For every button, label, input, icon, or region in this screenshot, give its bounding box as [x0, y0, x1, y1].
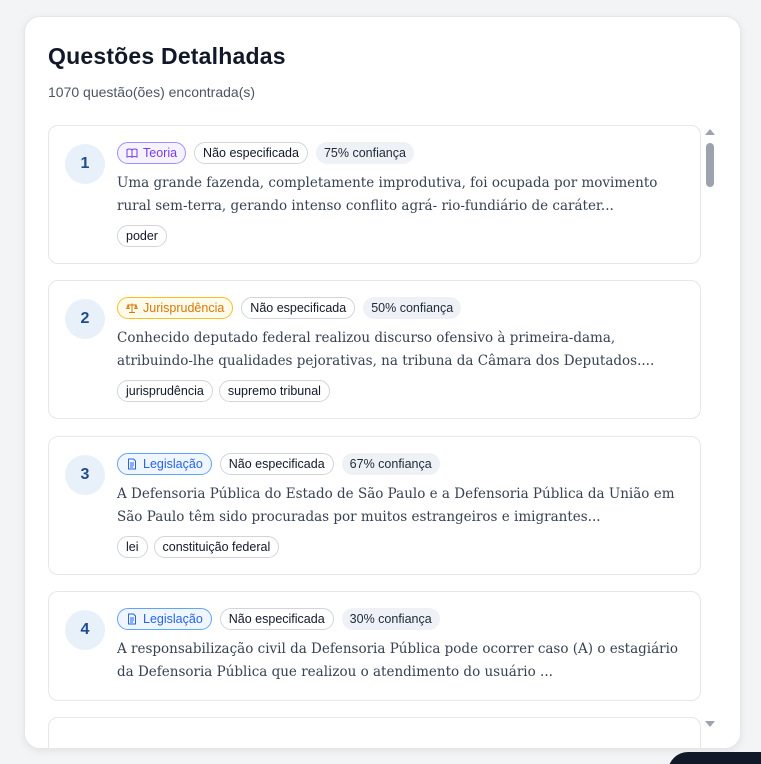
- question-number: 4: [65, 610, 105, 650]
- tag-chip[interactable]: jurisprudência: [117, 380, 213, 402]
- status-badge: Não especificada: [219, 608, 334, 630]
- tag-chip[interactable]: lei: [117, 536, 148, 558]
- tag-chip[interactable]: constituição federal: [153, 536, 280, 558]
- confidence-badge: 67% confiança: [341, 453, 440, 475]
- scrollbar-thumb[interactable]: [706, 143, 714, 187]
- status-badge: Não especificada: [219, 453, 334, 475]
- type-label: Legislação: [143, 457, 203, 471]
- results-count: 1070 questão(ões) encontrada(s): [48, 84, 256, 100]
- document-icon: [128, 458, 136, 470]
- document-icon: [128, 613, 136, 625]
- question-text: Uma grande fazenda, completamente improd…: [117, 175, 658, 214]
- question-text: A Defensoria Pública do Estado de São Pa…: [117, 486, 675, 525]
- status-badge: Não especificada: [241, 297, 356, 319]
- tag-list: jurisprudência supremo tribunal: [117, 380, 330, 402]
- questions-panel: Questões Detalhadas 1070 questão(ões) en…: [24, 16, 741, 749]
- tag-list: lei constituição federal: [117, 536, 280, 558]
- type-badge: Jurisprudência: [117, 297, 234, 319]
- type-badge: Teoria: [117, 142, 187, 164]
- question-number: 3: [65, 455, 105, 495]
- page-title: Questões Detalhadas: [48, 43, 286, 69]
- scroll-down-arrow-icon[interactable]: [705, 721, 715, 727]
- scroll-up-arrow-icon[interactable]: [705, 129, 715, 135]
- type-label: Legislação: [143, 612, 203, 626]
- question-card[interactable]: [48, 717, 701, 748]
- book-icon: [126, 148, 138, 159]
- question-card[interactable]: 3 Legislação Não especificada 67% confia…: [48, 436, 701, 575]
- question-text: A responsabilização civil da Defensoria …: [117, 641, 679, 680]
- status-badge: Não especificada: [194, 142, 308, 164]
- tag-chip[interactable]: poder: [117, 225, 167, 247]
- questions-list[interactable]: 1 Teoria Não especificada 75% confiança …: [48, 125, 703, 748]
- question-text: Conhecido deputado federal realizou disc…: [117, 330, 655, 369]
- confidence-badge: 50% confiança: [363, 297, 462, 319]
- tag-chip[interactable]: supremo tribunal: [218, 380, 330, 402]
- type-label: Jurisprudência: [143, 301, 225, 315]
- type-badge: Legislação: [117, 453, 212, 475]
- question-card[interactable]: 4 Legislação Não especificada 30% confia…: [48, 591, 701, 701]
- scale-icon: [126, 303, 138, 313]
- confidence-badge: 75% confiança: [315, 142, 414, 164]
- tag-list: poder: [117, 225, 167, 247]
- floating-widget[interactable]: [668, 752, 761, 764]
- question-number: 2: [65, 299, 105, 339]
- scrollbar[interactable]: [705, 129, 715, 727]
- question-number: 1: [65, 144, 105, 184]
- type-badge: Legislação: [117, 608, 212, 630]
- confidence-badge: 30% confiança: [341, 608, 440, 630]
- question-card[interactable]: 1 Teoria Não especificada 75% confiança …: [48, 125, 701, 264]
- question-card[interactable]: 2 Jurisprudência Não especificada 50% co…: [48, 280, 701, 419]
- type-label: Teoria: [143, 146, 178, 160]
